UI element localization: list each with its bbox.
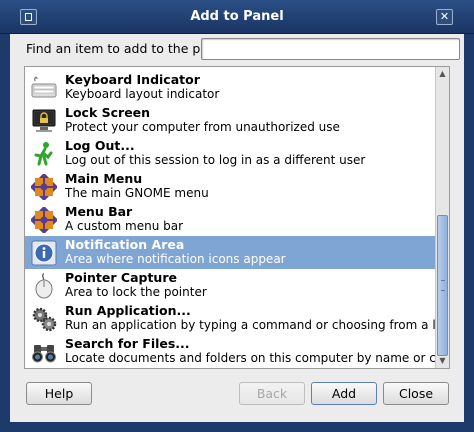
list-item[interactable]: Log Out... Log out of this session to log…	[25, 137, 436, 170]
list-item[interactable]: Run Application... Run an application by …	[25, 302, 449, 335]
dialog-body: Find an item to add to the panel: Keyboa…	[10, 34, 464, 422]
help-button[interactable]: Help	[26, 382, 92, 405]
gnome-logo-icon	[29, 172, 59, 202]
scroll-down-arrow-icon[interactable]: ▼	[436, 354, 449, 368]
list-item[interactable]: Notification Area Area where notification…	[25, 236, 436, 269]
list-scrollbar[interactable]: ▲ ▼	[435, 67, 449, 368]
list-item[interactable]: Main Menu The main GNOME menu	[25, 170, 436, 203]
window-close-button[interactable]: ✕	[436, 9, 453, 25]
item-name: Main Menu	[65, 171, 143, 186]
item-description: Area to lock the pointer	[65, 285, 207, 299]
close-button[interactable]: Close	[383, 382, 449, 405]
list-item[interactable]: Lock Screen Protect your computer from un…	[25, 104, 436, 137]
item-description: Log out of this session to log in as a d…	[65, 153, 366, 167]
list-item[interactable]: Menu Bar A custom menu bar	[25, 203, 436, 236]
item-description: Run an application by typing a command o…	[65, 318, 450, 332]
window-title: Add to Panel	[190, 9, 284, 24]
item-name: Keyboard Indicator	[65, 72, 200, 87]
close-icon: ✕	[439, 10, 450, 23]
gears-icon	[31, 306, 57, 332]
search-input[interactable]	[201, 38, 460, 60]
item-name: Pointer Capture	[65, 270, 177, 285]
item-name: Lock Screen	[65, 105, 151, 120]
back-button[interactable]: Back	[239, 382, 305, 405]
item-list: Keyboard Indicator Keyboard layout indica…	[24, 66, 450, 369]
binoculars-icon	[31, 339, 57, 365]
item-description: Keyboard layout indicator	[65, 87, 220, 101]
gnome-logo-icon	[29, 205, 59, 235]
log-out-icon	[31, 141, 57, 167]
list-item[interactable]: Search for Files... Locate documents and …	[25, 335, 449, 368]
keyboard-icon	[31, 75, 57, 101]
info-icon	[31, 240, 57, 266]
add-to-panel-dialog: Add to Panel ✕ Find an item to add to th…	[0, 0, 474, 432]
title-bar[interactable]: Add to Panel ✕	[0, 0, 474, 34]
mouse-icon	[31, 273, 57, 299]
item-description: The main GNOME menu	[65, 186, 209, 200]
item-description: Area where notification icons appear	[65, 252, 286, 266]
item-name: Search for Files...	[65, 336, 190, 351]
item-name: Run Application...	[65, 303, 191, 318]
item-description: Locate documents and folders on this com…	[65, 351, 450, 365]
list-item[interactable]: Keyboard Indicator Keyboard layout indica…	[25, 71, 436, 104]
scroll-up-arrow-icon[interactable]: ▲	[436, 67, 449, 81]
item-name: Notification Area	[65, 237, 185, 252]
scrollbar-thumb[interactable]	[437, 215, 448, 356]
item-description: A custom menu bar	[65, 219, 184, 233]
add-button[interactable]: Add	[311, 382, 377, 405]
item-name: Log Out...	[65, 138, 135, 153]
list-item[interactable]: Pointer Capture Area to lock the pointer	[25, 269, 436, 302]
item-description: Protect your computer from unauthorized …	[65, 120, 340, 134]
item-name: Menu Bar	[65, 204, 133, 219]
scrollbar-grip	[441, 280, 445, 291]
lock-screen-icon	[31, 108, 57, 134]
